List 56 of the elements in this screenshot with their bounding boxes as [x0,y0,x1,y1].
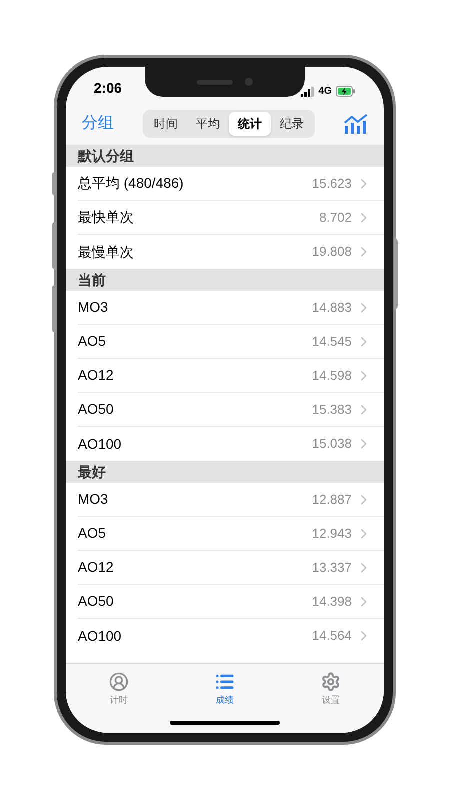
stat-value: 14.564 [312,627,352,646]
stat-value: 15.623 [312,174,352,193]
stat-label: AO12 [78,366,114,385]
stat-label: 总平均 (480/486) [78,174,184,193]
segment-tab[interactable]: 平均 [187,112,229,136]
signal-icon [300,86,315,96]
segment-tab[interactable]: 纪录 [271,112,313,136]
stat-label: AO100 [78,626,122,646]
stat-value: 14.598 [312,366,352,385]
stat-label: 最快单次 [78,208,134,227]
stat-row[interactable]: 总平均 (480/486) 15.623 [78,167,384,201]
stat-value: 14.545 [312,332,352,351]
stat-row[interactable]: MO3 12.887 [78,483,384,517]
stat-value: 15.038 [312,435,352,454]
stat-label: MO3 [78,298,108,317]
tab-bar-item[interactable]: 成绩 [200,672,250,710]
stat-value: 19.808 [312,243,352,262]
section-header: 最好 [66,461,384,483]
stat-value: 8.702 [319,208,352,227]
list-icon [215,672,235,692]
settings-icon [321,672,341,692]
stat-label: 最慢单次 [78,242,134,262]
stat-value: 15.383 [312,400,352,419]
stat-row[interactable]: AO12 14.598 [78,359,384,393]
status-time: 2:06 [94,79,122,98]
stat-row[interactable]: AO12 13.337 [78,551,384,585]
stat-row[interactable]: AO100 14.564 [78,619,384,653]
stat-value: 14.883 [312,298,352,317]
stat-value: 12.943 [312,524,352,543]
network-label: 4G [318,85,332,99]
segment-tab[interactable]: 时间 [145,112,187,136]
stat-value: 14.398 [312,592,352,611]
stat-label: AO12 [78,558,114,577]
stat-row[interactable]: AO5 14.545 [78,325,384,359]
stat-row[interactable]: 最慢单次 19.808 [78,235,384,269]
segment-tab[interactable]: 统计 [229,112,271,136]
stat-label: AO50 [78,400,114,419]
stat-label: AO5 [78,332,106,351]
stat-row[interactable]: AO5 12.943 [78,517,384,551]
stat-row[interactable]: 最快单次 8.702 [78,201,384,235]
stat-value: 13.337 [312,558,352,577]
person-icon [109,672,129,692]
speaker-grille [197,80,233,84]
stat-row[interactable]: AO100 15.038 [78,427,384,461]
section-header: 默认分组 [66,145,384,167]
stat-label: AO100 [78,434,122,454]
section-header: 当前 [66,269,384,291]
groups-link[interactable]: 分组 [82,112,114,136]
stat-label: MO3 [78,490,108,509]
stat-label: AO50 [78,592,114,611]
stat-row[interactable]: AO50 15.383 [78,393,384,427]
stat-value: 12.887 [312,490,352,509]
chart-icon[interactable] [344,114,368,134]
stat-label: AO5 [78,524,106,543]
stat-row[interactable]: MO3 14.883 [78,291,384,325]
stat-row[interactable]: AO50 14.398 [78,585,384,619]
